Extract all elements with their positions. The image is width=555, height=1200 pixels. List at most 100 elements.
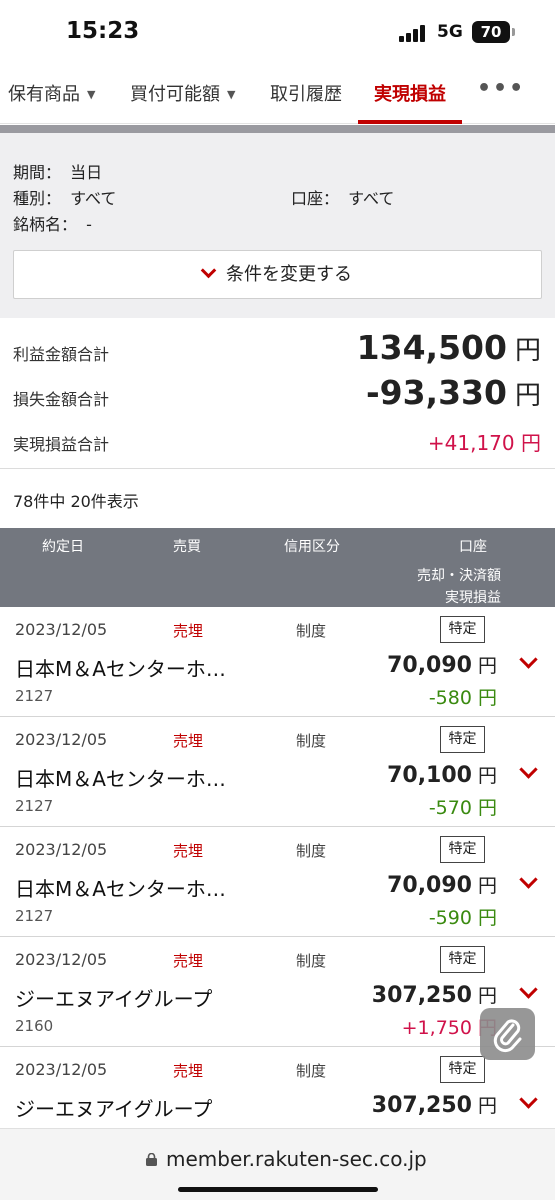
tab-realized-pl[interactable]: 実現損益	[374, 80, 446, 106]
chevron-down-icon	[200, 262, 217, 279]
settlement-amount: 307,250 円	[372, 981, 497, 1008]
tab-buying-power[interactable]: 買付可能額 ▼	[130, 80, 235, 106]
type-value: すべて	[70, 189, 117, 208]
more-icon[interactable]: •••	[477, 76, 525, 101]
lock-icon	[146, 1153, 157, 1166]
table-row[interactable]: 2023/12/05 売埋 制度 特定 日本M＆Aセンターホ… 70,090 円 …	[0, 607, 555, 717]
tab-label: 取引履歴	[270, 84, 342, 105]
settlement-amount: 70,090 円	[387, 871, 497, 898]
settlement-amount: 70,090 円	[387, 651, 497, 678]
stock-name: 日本M＆Aセンターホ…	[15, 767, 226, 791]
battery-icon: 70	[472, 21, 515, 43]
result-count: 78件中 20件表示	[13, 492, 139, 511]
net-total-label: 実現損益合計	[13, 435, 110, 454]
settlement-amount: 307,250 円	[372, 1091, 497, 1118]
chevron-down-icon[interactable]	[519, 980, 538, 999]
margin-type: 制度	[296, 732, 327, 750]
account-label: 口座：	[291, 189, 340, 208]
period-label: 期間：	[13, 163, 62, 182]
yen-unit: 円	[477, 875, 497, 897]
table-header: 約定日 売買 信用区分 口座 売却・決済額 実現損益	[0, 528, 555, 607]
settlement-amount-value: 307,250	[371, 983, 472, 1008]
tab-trade-history[interactable]: 取引履歴	[270, 80, 342, 106]
stock-name: ジーエヌアイグループ	[15, 1097, 213, 1121]
settlement-amount-value: 70,100	[387, 763, 472, 788]
signal-icon	[399, 24, 429, 42]
chevron-down-icon[interactable]	[519, 870, 538, 889]
realized-pl: -580 円	[428, 687, 497, 709]
trade-side: 売埋	[173, 732, 204, 750]
table-row[interactable]: 2023/12/05 売埋 制度 特定 日本M＆Aセンターホ… 70,090 円 …	[0, 827, 555, 937]
table-row[interactable]: 2023/12/05 売埋 制度 特定 ジーエヌアイグループ 307,250 円 …	[0, 937, 555, 1047]
trade-side: 売埋	[173, 622, 204, 640]
change-conditions-label: 条件を変更する	[226, 264, 352, 285]
symbol-value: -	[86, 215, 92, 234]
loss-total-value: -93,330 円	[366, 373, 541, 412]
col-pl: 実現損益	[445, 590, 501, 606]
chevron-down-icon[interactable]	[519, 1090, 538, 1109]
loss-total-amount: -93,330	[365, 373, 507, 412]
col-side: 売買	[173, 539, 201, 555]
stock-code: 2127	[15, 797, 54, 815]
settlement-amount-value: 70,090	[387, 873, 472, 898]
trade-side: 売埋	[173, 1062, 204, 1080]
caret-down-icon: ▼	[87, 88, 96, 101]
col-margin: 信用区分	[284, 539, 340, 555]
caret-down-icon: ▼	[227, 88, 236, 101]
yen-unit: 円	[477, 765, 497, 787]
account-badge: 特定	[440, 616, 485, 643]
profit-total-label: 利益金額合計	[13, 345, 110, 364]
settlement-amount: 70,100 円	[387, 761, 497, 788]
change-conditions-button[interactable]: 条件を変更する	[13, 250, 542, 299]
margin-type: 制度	[296, 952, 327, 970]
profit-total-amount: 134,500	[356, 328, 507, 367]
yen-unit: 円	[514, 381, 541, 411]
profit-total-value: 134,500 円	[357, 328, 541, 367]
stock-code: 2160	[15, 1017, 54, 1035]
active-tab-indicator	[358, 120, 462, 124]
margin-type: 制度	[296, 622, 327, 640]
yen-unit: 円	[514, 336, 541, 366]
account-value: すべて	[348, 189, 395, 208]
col-account: 口座	[459, 539, 487, 555]
stock-name: 日本M＆Aセンターホ…	[15, 877, 226, 901]
paperclip-button[interactable]	[480, 1008, 535, 1060]
symbol-label: 銘柄名：	[13, 215, 78, 234]
symbol-row: 銘柄名： -	[13, 211, 92, 235]
chevron-down-icon[interactable]	[519, 760, 538, 779]
clock: 15:23	[66, 18, 140, 44]
stock-name: ジーエヌアイグループ	[15, 987, 213, 1011]
margin-type: 制度	[296, 1062, 327, 1080]
stock-code: 2127	[15, 907, 54, 925]
type-row: 種別： すべて	[13, 185, 116, 209]
tab-bar: 保有商品 ▼ 買付可能額 ▼ 取引履歴 実現損益 •••	[0, 62, 555, 124]
account-badge: 特定	[440, 946, 485, 973]
trade-date: 2023/12/05	[15, 1060, 108, 1079]
trade-date: 2023/12/05	[15, 730, 108, 749]
chevron-down-icon[interactable]	[519, 650, 538, 669]
col-amount: 売却・決済額	[417, 568, 501, 584]
realized-pl: -590 円	[428, 907, 497, 929]
table-row[interactable]: 2023/12/05 売埋 制度 特定 日本M＆Aセンターホ… 70,100 円 …	[0, 717, 555, 827]
account-row: 口座： すべて	[291, 185, 394, 209]
status-bar: 15:23 5G 70	[0, 0, 555, 62]
paperclip-icon	[493, 1019, 522, 1053]
yen-unit: 円	[477, 1095, 497, 1117]
col-date: 約定日	[42, 539, 84, 555]
url-text: member.rakuten-sec.co.jp	[166, 1147, 427, 1171]
type-label: 種別：	[13, 189, 62, 208]
account-badge: 特定	[440, 726, 485, 753]
yen-unit: 円	[477, 655, 497, 677]
tab-holdings[interactable]: 保有商品 ▼	[8, 80, 95, 106]
trade-date: 2023/12/05	[15, 950, 108, 969]
tab-label: 実現損益	[374, 84, 446, 105]
stock-name: 日本M＆Aセンターホ…	[15, 657, 226, 681]
trade-side: 売埋	[173, 842, 204, 860]
network-type: 5G	[437, 22, 463, 42]
account-badge: 特定	[440, 836, 485, 863]
browser-address-bar[interactable]: member.rakuten-sec.co.jp	[0, 1128, 555, 1200]
condition-panel: 期間： 当日 種別： すべて 口座： すべて 銘柄名： - 条件を変更する	[0, 125, 555, 318]
yen-unit: 円	[477, 985, 497, 1007]
trade-side: 売埋	[173, 952, 204, 970]
trade-date: 2023/12/05	[15, 840, 108, 859]
